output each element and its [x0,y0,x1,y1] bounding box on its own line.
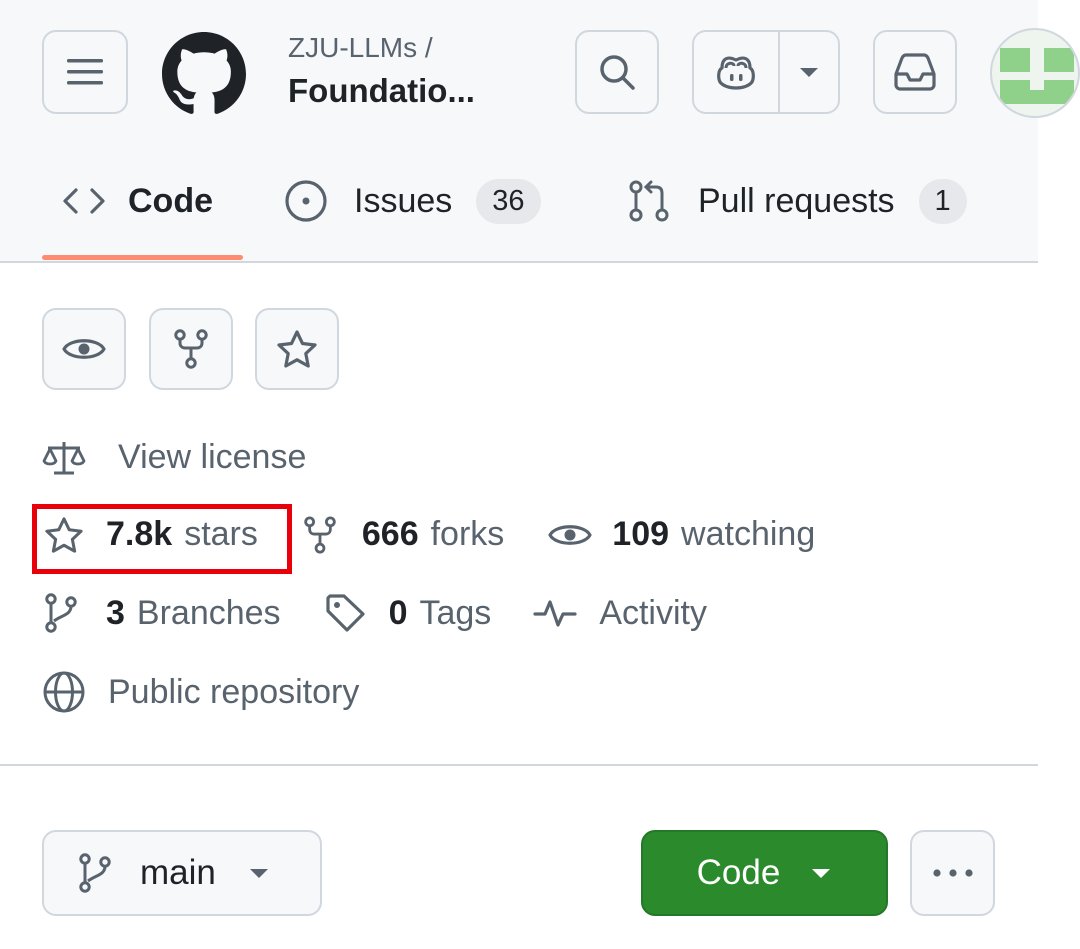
tab-code-label: Code [128,181,213,220]
copilot-dropdown[interactable] [780,32,838,112]
copilot-icon [717,56,755,90]
fork-button[interactable] [149,308,233,390]
section-divider [0,764,1038,766]
kebab-horizontal-icon [932,869,973,877]
active-tab-indicator [42,255,243,260]
copilot-button-group [692,30,840,114]
watching-label: watching [681,515,816,553]
repo-owner[interactable]: ZJU-LLMs / [288,32,433,64]
forks-link[interactable]: 666 forks [304,515,504,554]
repo-links-row: 3 Branches 0 Tags Activity [44,593,707,633]
search-button[interactable] [575,30,659,114]
user-avatar[interactable] [990,28,1080,118]
pull-requests-counter: 1 [918,178,967,224]
git-pull-request-icon [629,180,669,222]
code-brackets-icon [63,188,105,214]
visibility-label: Public repository [108,672,360,711]
repo-name[interactable]: Foundatio... [288,72,475,110]
branch-select-button[interactable]: main [42,830,322,916]
activity-link[interactable]: Activity [533,594,707,633]
eye-icon [62,339,106,359]
search-icon [600,55,635,90]
git-branch-icon [45,593,77,633]
triangle-down-icon [812,869,831,878]
forks-count: 666 [361,515,419,553]
menu-button[interactable] [42,30,128,114]
activity-label: Activity [599,593,707,632]
issue-opened-icon [285,180,327,222]
forks-label: forks [430,515,505,553]
license-label: View license [118,438,307,476]
repo-forked-icon [304,515,336,554]
law-icon [42,441,86,474]
tags-link[interactable]: 0 Tags [325,593,492,633]
tags-label: Tags [419,593,492,632]
inbox-button[interactable] [873,30,957,114]
tab-issues[interactable]: Issues 36 [284,176,541,226]
repo-forked-icon [174,329,208,369]
branches-label: Branches [136,593,281,632]
star-icon [277,330,317,368]
branches-count: 3 [106,593,125,632]
tab-code[interactable]: Code [62,176,213,226]
watching-link[interactable]: 109 watching [548,515,815,554]
stars-highlight-box [32,504,292,574]
tags-count: 0 [388,593,408,632]
hamburger-icon [67,59,103,85]
star-button[interactable] [255,308,339,390]
github-logo[interactable] [162,32,246,116]
avatar-identicon [1000,48,1074,104]
github-octocat-icon [162,32,246,114]
issues-counter: 36 [476,178,541,224]
tab-pull-requests[interactable]: Pull requests 1 [628,176,967,226]
branches-link[interactable]: 3 Branches [44,593,281,633]
license-link[interactable]: View license [42,438,306,477]
branch-name: main [140,853,216,892]
triangle-down-icon [800,68,818,77]
code-download-button[interactable]: Code [641,830,888,916]
eye-icon [548,524,592,545]
triangle-down-icon [249,869,268,878]
git-branch-icon [79,853,111,893]
watching-count: 109 [612,515,670,553]
code-button-label: Code [696,853,781,892]
inbox-icon [894,53,936,91]
tab-pull-requests-label: Pull requests [698,181,895,220]
tab-issues-label: Issues [354,181,453,220]
watch-button[interactable] [42,308,126,390]
globe-icon [43,671,85,713]
more-options-button[interactable] [910,830,995,916]
copilot-button[interactable] [694,32,780,112]
pulse-icon [533,600,577,627]
visibility-row: Public repository [42,670,359,714]
page-edge [1038,0,1080,949]
tag-icon [325,594,365,632]
